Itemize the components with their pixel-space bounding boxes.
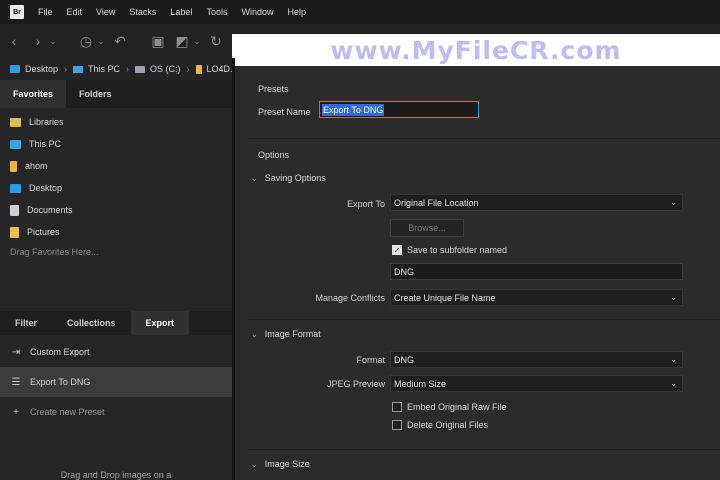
manage-conflicts-select[interactable]: Create Unique File Name ⌄ bbox=[390, 289, 683, 306]
breadcrumb-this-pc[interactable]: This PC bbox=[73, 64, 120, 74]
pc-icon bbox=[73, 65, 84, 73]
chevron-down-icon: ⌄ bbox=[670, 379, 677, 388]
chevron-down-icon: ⌄ bbox=[670, 355, 677, 364]
jpeg-preview-label: JPEG Preview bbox=[326, 379, 385, 389]
export-to-label: Export To bbox=[347, 199, 385, 209]
delete-original-checkbox[interactable] bbox=[392, 420, 402, 430]
chevron-down-icon: ⌄ bbox=[251, 459, 258, 469]
favorite-pictures[interactable]: Pictures bbox=[0, 221, 232, 243]
menu-tools[interactable]: Tools bbox=[206, 7, 227, 17]
refine-dropdown-icon[interactable]: ⌄ bbox=[192, 36, 202, 47]
menu-bar: Br File Edit View Stacks Label Tools Win… bbox=[0, 0, 720, 24]
favorite-this-pc[interactable]: This PC bbox=[0, 133, 232, 155]
export-item-custom[interactable]: ⇥ Custom Export bbox=[0, 337, 232, 367]
pictures-icon bbox=[10, 226, 19, 238]
desktop-folder-icon bbox=[10, 65, 20, 73]
documents-icon bbox=[10, 204, 19, 216]
menu-stacks[interactable]: Stacks bbox=[129, 7, 156, 17]
menu-help[interactable]: Help bbox=[287, 7, 306, 17]
filter-collections-export-tabs: Filter Collections Export bbox=[0, 311, 232, 335]
left-panel: Favorites Folders Libraries This PC ahom… bbox=[0, 80, 232, 480]
breadcrumb-os-drive[interactable]: OS (C:) bbox=[135, 64, 181, 74]
recent-icon[interactable]: ◷ bbox=[76, 33, 96, 50]
export-preset-list: ⇥ Custom Export ☰ Export To DNG + Create ne… bbox=[0, 337, 232, 427]
export-to-select[interactable]: Original File Location ⌄ bbox=[390, 194, 683, 211]
embed-raw-checkbox[interactable] bbox=[392, 402, 402, 412]
menu-file[interactable]: File bbox=[38, 7, 53, 17]
back-icon[interactable]: ‹ bbox=[4, 33, 24, 49]
breadcrumb: Desktop › This PC › OS (C:) › LO4D.co bbox=[0, 58, 232, 80]
forward-icon[interactable]: › bbox=[28, 33, 48, 49]
browse-button[interactable]: Browse... bbox=[390, 219, 464, 237]
divider bbox=[247, 319, 720, 320]
chevron-down-icon: ⌄ bbox=[251, 173, 258, 183]
export-settings-panel: Presets Preset Name Export To DNG Option… bbox=[235, 66, 720, 480]
divider bbox=[247, 449, 720, 450]
chevron-right-icon: › bbox=[186, 64, 190, 74]
saving-options-toggle[interactable]: ⌄ Saving Options bbox=[251, 173, 326, 183]
desktop-folder-icon bbox=[10, 183, 21, 193]
options-header: Options bbox=[258, 150, 290, 160]
format-select[interactable]: DNG ⌄ bbox=[390, 351, 683, 368]
list-icon: ☰ bbox=[11, 376, 21, 388]
image-format-toggle[interactable]: ⌄ Image Format bbox=[251, 329, 321, 339]
user-folder-icon bbox=[10, 160, 17, 172]
favorite-ahom[interactable]: ahom bbox=[0, 155, 232, 177]
watermark-banner: www.MyFileCR.com bbox=[232, 34, 720, 66]
tab-collections[interactable]: Collections bbox=[52, 311, 131, 335]
libraries-icon bbox=[10, 117, 21, 127]
delete-original-checkbox-row[interactable]: Delete Original Files bbox=[392, 420, 488, 430]
chevron-down-icon: ⌄ bbox=[670, 293, 677, 302]
pc-icon bbox=[10, 139, 21, 149]
save-subfolder-checkbox[interactable]: ✓ bbox=[392, 245, 402, 255]
camera-icon[interactable]: ▣ bbox=[148, 33, 168, 50]
chevron-down-icon[interactable]: ⌄ bbox=[48, 36, 58, 47]
folder-icon bbox=[195, 64, 202, 74]
return-icon[interactable]: ↶ bbox=[110, 33, 130, 50]
menu-view[interactable]: View bbox=[96, 7, 115, 17]
preset-name-label: Preset Name bbox=[258, 107, 311, 117]
chevron-down-icon: ⌄ bbox=[670, 198, 677, 207]
image-size-toggle[interactable]: ⌄ Image Size bbox=[251, 459, 310, 469]
drive-icon bbox=[135, 65, 146, 73]
create-new-preset[interactable]: + Create new Preset bbox=[0, 397, 232, 427]
favorite-desktop[interactable]: Desktop bbox=[0, 177, 232, 199]
subfolder-name-input[interactable]: DNG bbox=[390, 263, 683, 280]
divider bbox=[247, 138, 720, 139]
export-item-dng[interactable]: ☰ Export To DNG bbox=[0, 367, 232, 397]
embed-raw-checkbox-row[interactable]: Embed Original Raw File bbox=[392, 402, 507, 412]
menu-edit[interactable]: Edit bbox=[67, 7, 83, 17]
breadcrumb-lo4d[interactable]: LO4D.co bbox=[195, 64, 232, 74]
chevron-down-icon: ⌄ bbox=[251, 329, 258, 339]
recent-dropdown-icon[interactable]: ⌄ bbox=[96, 36, 106, 47]
bridge-logo-icon: Br bbox=[10, 5, 24, 19]
watermark-text: www.MyFileCR.com bbox=[330, 35, 622, 65]
favorites-list: Libraries This PC ahom Desktop Documents… bbox=[0, 108, 232, 243]
drag-favorites-hint: Drag Favorites Here... bbox=[10, 247, 99, 257]
menu-label[interactable]: Label bbox=[170, 7, 192, 17]
menu-window[interactable]: Window bbox=[241, 7, 273, 17]
favorite-libraries[interactable]: Libraries bbox=[0, 111, 232, 133]
plus-icon: + bbox=[13, 406, 19, 418]
refine-icon[interactable]: ◩ bbox=[172, 33, 192, 50]
breadcrumb-desktop[interactable]: Desktop bbox=[10, 64, 58, 74]
tab-folders[interactable]: Folders bbox=[66, 80, 125, 108]
favorites-folders-tabs: Favorites Folders bbox=[0, 80, 232, 108]
tab-filter[interactable]: Filter bbox=[0, 311, 52, 335]
export-icon: ⇥ bbox=[11, 346, 21, 358]
manage-conflicts-label: Manage Conflicts bbox=[315, 293, 385, 303]
chevron-right-icon: › bbox=[64, 64, 68, 74]
drag-drop-hint: Drag and Drop images on a bbox=[60, 470, 172, 480]
save-subfolder-checkbox-row[interactable]: ✓ Save to subfolder named bbox=[392, 245, 507, 255]
chevron-right-icon: › bbox=[126, 64, 130, 74]
tab-export[interactable]: Export bbox=[130, 311, 190, 335]
rotate-icon[interactable]: ↻ bbox=[206, 33, 226, 50]
preset-name-input[interactable]: Export To DNG bbox=[319, 101, 479, 118]
favorite-documents[interactable]: Documents bbox=[0, 199, 232, 221]
format-label: Format bbox=[356, 355, 385, 365]
tab-favorites[interactable]: Favorites bbox=[0, 80, 67, 108]
presets-header: Presets bbox=[258, 84, 289, 94]
jpeg-preview-select[interactable]: Medium Size ⌄ bbox=[390, 375, 683, 392]
